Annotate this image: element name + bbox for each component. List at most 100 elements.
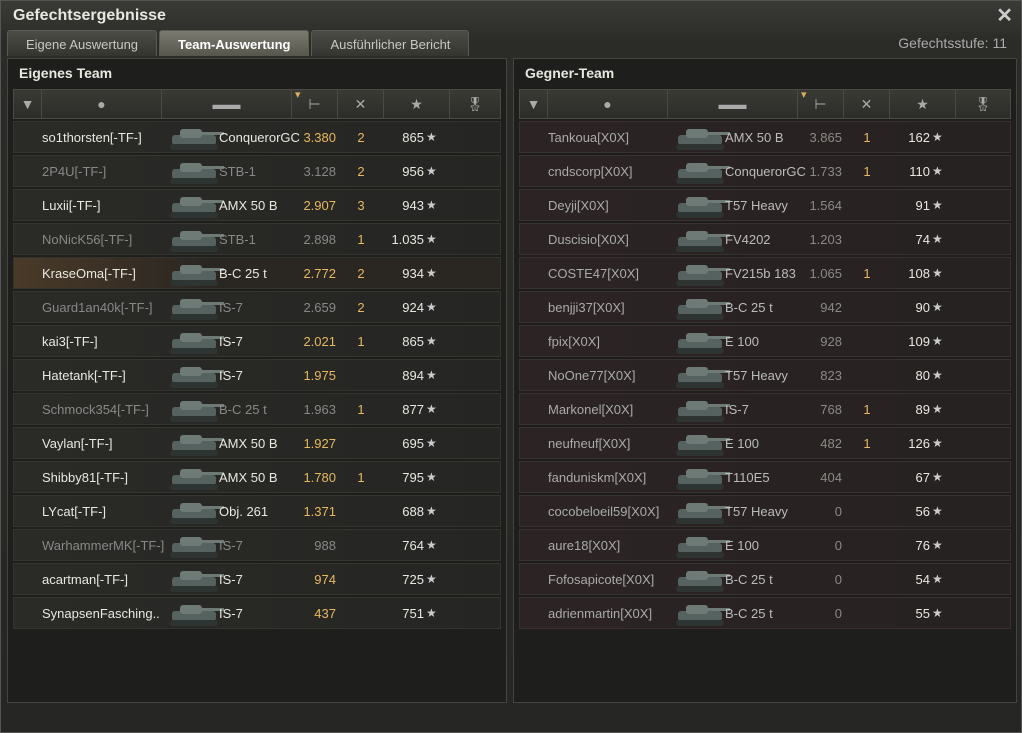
enemy-team-panel: Gegner-Team ▼ ● ▬▬ ⊢ ✕ ★ 🎖 Tankoua[X0X] A…: [513, 58, 1017, 703]
xp-value: 894: [402, 367, 424, 383]
tank-name: E 100: [725, 333, 759, 349]
damage-icon[interactable]: ⊢: [292, 88, 338, 118]
damage-value: 768: [820, 401, 842, 417]
player-row[interactable]: Schmock354[-TF-] B-C 25 t 1.963 1 877 ★: [13, 393, 501, 425]
player-row[interactable]: KraseOma[-TF-] B-C 25 t 2.772 2 934 ★: [13, 257, 501, 289]
tank-silhouette-icon: [170, 197, 224, 218]
star-icon: ★: [426, 504, 437, 518]
xp-star-icon[interactable]: ★: [384, 90, 450, 118]
medal-icon[interactable]: 🎖: [956, 90, 1010, 118]
tab-ausfuehrlicher-bericht[interactable]: Ausführlicher Bericht: [311, 30, 470, 56]
player-row[interactable]: Duscisio[X0X] FV4202 1.203 74 ★: [519, 223, 1011, 255]
tank-icon[interactable]: ▬▬: [668, 90, 798, 118]
player-icon[interactable]: ●: [42, 90, 162, 118]
kills-value: 1: [863, 129, 871, 145]
player-row[interactable]: cndscorp[X0X] ConquerorGC 1.733 1 110 ★: [519, 155, 1011, 187]
destroyed-icon[interactable]: ✕: [844, 90, 890, 118]
star-icon: ★: [932, 232, 943, 246]
player-row[interactable]: Luxii[-TF-] AMX 50 B 2.907 3 943 ★: [13, 189, 501, 221]
tank-silhouette-icon: [676, 197, 730, 218]
damage-value: 482: [820, 435, 842, 451]
player-name: Hatetank[-TF-]: [42, 367, 126, 383]
player-row[interactable]: Fofosapicote[X0X] B-C 25 t 0 54 ★: [519, 563, 1011, 595]
damage-value: 988: [314, 537, 336, 553]
xp-value: 764: [402, 537, 424, 553]
player-row[interactable]: 2P4U[-TF-] STB-1 3.128 2 956 ★: [13, 155, 501, 187]
tank-silhouette-icon: [170, 333, 224, 354]
player-row[interactable]: NoOne77[X0X] T57 Heavy 823 80 ★: [519, 359, 1011, 391]
player-name: Schmock354[-TF-]: [42, 401, 149, 417]
destroyed-icon[interactable]: ✕: [338, 90, 384, 118]
player-name: 2P4U[-TF-]: [42, 163, 107, 179]
player-row[interactable]: benjji37[X0X] B-C 25 t 942 90 ★: [519, 291, 1011, 323]
tank-silhouette-icon: [676, 129, 730, 150]
kills-value: 1: [863, 265, 871, 281]
player-name: benjji37[X0X]: [548, 299, 625, 315]
xp-value: 109: [908, 333, 930, 349]
xp-value: 795: [402, 469, 424, 485]
tank-icon[interactable]: ▬▬: [162, 90, 292, 118]
damage-value: 0: [834, 503, 842, 519]
rank-icon[interactable]: ▼: [520, 90, 548, 118]
star-icon: ★: [932, 436, 943, 450]
star-icon: ★: [932, 402, 943, 416]
player-row[interactable]: so1thorsten[-TF-] ConquerorGC 3.380 2 865 ★: [13, 121, 501, 153]
player-row[interactable]: fanduniskm[X0X] T110E5 404 67 ★: [519, 461, 1011, 493]
player-name: neufneuf[X0X]: [548, 435, 631, 451]
player-icon[interactable]: ●: [548, 90, 668, 118]
tank-name: Obj. 261: [219, 503, 269, 519]
player-row[interactable]: LYcat[-TF-] Obj. 261 1.371 688 ★: [13, 495, 501, 527]
close-icon[interactable]: ✕: [996, 3, 1013, 28]
tab-team-auswertung[interactable]: Team-Auswertung: [159, 30, 310, 56]
kills-value: 1: [357, 401, 365, 417]
player-row[interactable]: SynapsenFasching.. IS-7 437 751 ★: [13, 597, 501, 629]
tank-silhouette-icon: [170, 537, 224, 558]
medal-icon[interactable]: 🎖: [450, 90, 500, 118]
damage-value: 1.927: [303, 435, 336, 451]
star-icon: ★: [426, 266, 437, 280]
tab-eigene-auswertung[interactable]: Eigene Auswertung: [7, 30, 158, 56]
kills-value: 1: [863, 401, 871, 417]
player-row[interactable]: cocobeloeil59[X0X] T57 Heavy 0 56 ★: [519, 495, 1011, 527]
player-name: LYcat[-TF-]: [42, 503, 107, 519]
tank-silhouette-icon: [676, 265, 730, 286]
xp-value: 89: [915, 401, 930, 417]
player-row[interactable]: adrienmartin[X0X] B-C 25 t 0 55 ★: [519, 597, 1011, 629]
player-row[interactable]: kai3[-TF-] IS-7 2.021 1 865 ★: [13, 325, 501, 357]
star-icon: ★: [932, 606, 943, 620]
tank-name: E 100: [725, 537, 759, 553]
tab-bar: Eigene Auswertung Team-Auswertung Ausfüh…: [7, 30, 471, 56]
tank-name: STB-1: [219, 231, 256, 247]
tank-name: IS-7: [219, 367, 243, 383]
player-row[interactable]: NoNicK56[-TF-] STB-1 2.898 1 1.035 ★: [13, 223, 501, 255]
kills-value: 1: [357, 333, 365, 349]
player-row[interactable]: Markonel[X0X] IS-7 768 1 89 ★: [519, 393, 1011, 425]
rank-icon[interactable]: ▼: [14, 90, 42, 118]
damage-icon[interactable]: ⊢: [798, 88, 844, 118]
player-row[interactable]: WarhammerMK[-TF-] IS-7 988 764 ★: [13, 529, 501, 561]
xp-value: 924: [402, 299, 424, 315]
xp-value: 76: [915, 537, 930, 553]
tank-name: IS-7: [725, 401, 749, 417]
player-row[interactable]: fpix[X0X] E 100 928 109 ★: [519, 325, 1011, 357]
player-row[interactable]: Hatetank[-TF-] IS-7 1.975 894 ★: [13, 359, 501, 391]
player-row[interactable]: Guard1an40k[-TF-] IS-7 2.659 2 924 ★: [13, 291, 501, 323]
player-row[interactable]: Shibby81[-TF-] AMX 50 B 1.780 1 795 ★: [13, 461, 501, 493]
tank-silhouette-icon: [676, 231, 730, 252]
tank-name: E 100: [725, 435, 759, 451]
star-icon: ★: [426, 470, 437, 484]
player-row[interactable]: Deyji[X0X] T57 Heavy 1.564 91 ★: [519, 189, 1011, 221]
player-row[interactable]: neufneuf[X0X] E 100 482 1 126 ★: [519, 427, 1011, 459]
player-row[interactable]: acartman[-TF-] IS-7 974 725 ★: [13, 563, 501, 595]
player-row[interactable]: COSTE47[X0X] FV215b 183 1.065 1 108 ★: [519, 257, 1011, 289]
tank-name: B-C 25 t: [725, 571, 773, 587]
player-row[interactable]: Tankoua[X0X] AMX 50 B 3.865 1 162 ★: [519, 121, 1011, 153]
damage-value: 2.898: [303, 231, 336, 247]
xp-star-icon[interactable]: ★: [890, 90, 956, 118]
tank-name: STB-1: [219, 163, 256, 179]
enemy-team-title: Gegner-Team: [525, 65, 615, 81]
kills-value: 2: [357, 163, 365, 179]
player-row[interactable]: aure18[X0X] E 100 0 76 ★: [519, 529, 1011, 561]
tank-name: IS-7: [219, 571, 243, 587]
player-row[interactable]: Vaylan[-TF-] AMX 50 B 1.927 695 ★: [13, 427, 501, 459]
